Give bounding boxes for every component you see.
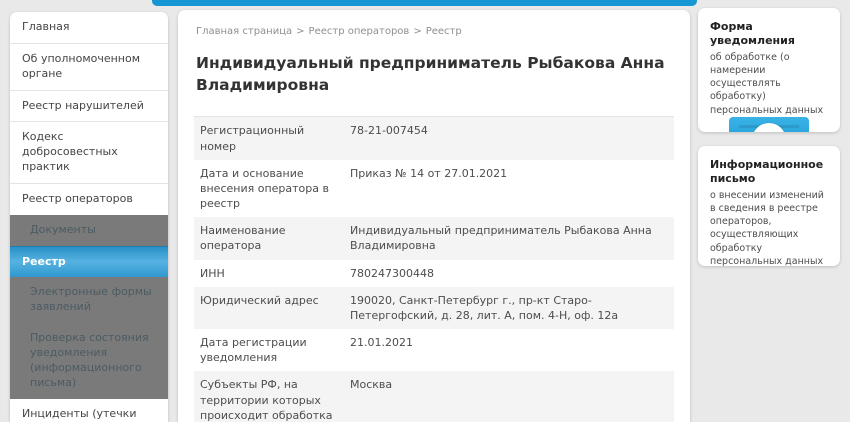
row-value: 190020, Санкт-Петербург г., пр-кт Старо-… <box>344 287 674 329</box>
row-value: 21.01.2021 <box>344 329 674 371</box>
sidebar-item-incidents[interactable]: Инциденты (утечки ПД) <box>10 399 168 422</box>
breadcrumb-link-operators[interactable]: Реестр операторов <box>309 26 410 37</box>
table-row-subjects-rf: Субъекты РФ, на территории которых проис… <box>194 371 674 422</box>
header-bottom-strip <box>152 0 697 6</box>
breadcrumb-separator: > <box>413 26 421 37</box>
submenu-item-documents[interactable]: Документы <box>10 215 168 246</box>
row-label: Наименование оператора <box>194 217 344 259</box>
row-label: Дата и основание внесения оператора в ре… <box>194 160 344 218</box>
table-row-entry-basis: Дата и основание внесения оператора в ре… <box>194 160 674 218</box>
row-label: ИНН <box>194 260 344 287</box>
table-row-operator-name: Наименование оператора Индивидуальный пр… <box>194 217 674 259</box>
submenu-item-eforms[interactable]: Электронные формы заявлений <box>10 277 168 323</box>
document-illustration <box>729 117 809 132</box>
sidebar-nav: Главная Об уполномоченном органе Реестр … <box>10 12 168 422</box>
sidebar-item-violators-registry[interactable]: Реестр нарушителей <box>10 91 168 123</box>
row-value: Приказ № 14 от 27.01.2021 <box>344 160 674 218</box>
row-value: Индивидуальный предприниматель Рыбакова … <box>344 217 674 259</box>
breadcrumb: Главная страница>Реестр операторов>Реест… <box>196 26 674 37</box>
card-text: об обработке (о намерении осуществлять о… <box>710 51 828 117</box>
breadcrumb-separator: > <box>296 26 304 37</box>
card-text: о внесении изменений в сведения в реестр… <box>710 189 828 266</box>
submenu-item-registry-active[interactable]: Реестр <box>10 246 168 278</box>
sidebar-item-codex[interactable]: Кодекс добросовестных практик <box>10 122 168 184</box>
row-label: Юридический адрес <box>194 287 344 329</box>
submenu-item-status-check[interactable]: Проверка состояния уведомления (информац… <box>10 323 168 398</box>
table-row-registration-number: Регистрационный номер 78-21-007454 <box>194 117 674 159</box>
sidebar-item-operators-registry[interactable]: Реестр операторов <box>10 184 168 215</box>
main-content: Главная страница>Реестр операторов>Реест… <box>178 10 690 422</box>
row-value: 78-21-007454 <box>344 117 674 159</box>
notification-form-card[interactable]: Форма уведомления об обработке (о намере… <box>698 8 840 132</box>
breadcrumb-link-home[interactable]: Главная страница <box>196 26 292 37</box>
row-label: Регистрационный номер <box>194 117 344 159</box>
sidebar-item-main[interactable]: Главная <box>10 12 168 44</box>
info-letter-card[interactable]: Информационное письмо о внесении изменен… <box>698 146 840 266</box>
table-row-notification-date: Дата регистрации уведомления 21.01.2021 <box>194 329 674 371</box>
sidebar-submenu: Документы Реестр Электронные формы заявл… <box>10 215 168 399</box>
right-sidebar: Форма уведомления об обработке (о намере… <box>698 8 840 280</box>
check-icon <box>752 123 786 132</box>
card-title: Форма уведомления <box>710 20 828 49</box>
operator-details-table: Регистрационный номер 78-21-007454 Дата … <box>194 117 674 422</box>
page-title: Индивидуальный предприниматель Рыбакова … <box>196 53 666 96</box>
row-value: 780247300448 <box>344 260 674 287</box>
row-label: Дата регистрации уведомления <box>194 329 344 371</box>
card-title: Информационное письмо <box>710 158 828 187</box>
row-label: Субъекты РФ, на территории которых проис… <box>194 371 344 422</box>
table-row-legal-address: Юридический адрес 190020, Санкт-Петербур… <box>194 287 674 329</box>
row-value: Москва <box>344 371 674 422</box>
sidebar-item-authority[interactable]: Об уполномоченном органе <box>10 44 168 91</box>
table-row-inn: ИНН 780247300448 <box>194 260 674 287</box>
breadcrumb-link-registry[interactable]: Реестр <box>426 26 462 37</box>
